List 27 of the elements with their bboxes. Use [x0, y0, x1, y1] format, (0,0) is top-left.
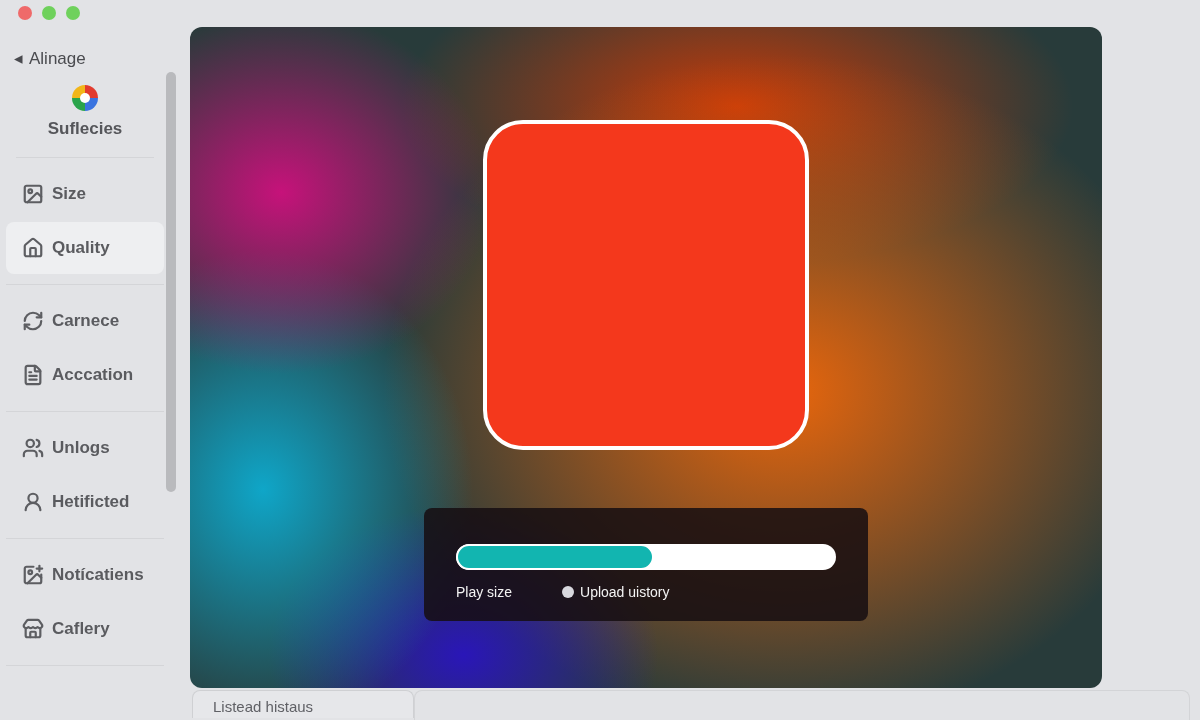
option-label: Upload uistory	[580, 584, 670, 600]
scrollbar[interactable]	[166, 72, 176, 492]
zoom-button[interactable]	[66, 6, 80, 20]
sidebar-item-icon	[22, 491, 44, 513]
sidebar-item-icon	[22, 310, 44, 332]
radio-dot[interactable]	[562, 586, 575, 598]
sidebar-item[interactable]: Quality	[6, 222, 164, 274]
sidebar-item-icon	[22, 237, 44, 259]
close-button[interactable]	[18, 6, 32, 20]
sidebar-item[interactable]: Carnece	[6, 295, 164, 347]
sidebar-item-icon	[22, 618, 44, 640]
sidebar-item[interactable]: Acccation	[6, 349, 164, 401]
back-button[interactable]: ◂ Alinage	[6, 48, 164, 69]
sidebar-item[interactable]: Unlogs	[6, 422, 164, 474]
sidebar-item-icon	[22, 364, 44, 386]
minimize-button[interactable]	[42, 6, 56, 20]
sidebar-item[interactable]: Caflery	[6, 603, 164, 655]
sidebar-item-icon	[22, 437, 44, 459]
sidebar-item[interactable]: Size	[6, 168, 164, 220]
sidebar-item[interactable]: Hetificted	[6, 476, 164, 528]
account-name: Suflecies	[47, 119, 123, 139]
sidebar-item-icon	[22, 564, 44, 586]
bottom-tab[interactable]: Listead histaus	[192, 690, 414, 718]
sidebar-item[interactable]: Notícatiens	[6, 549, 164, 601]
logo-icon	[70, 83, 100, 113]
sidebar-item-icon	[22, 183, 44, 205]
progress-label: Play size	[456, 584, 513, 600]
